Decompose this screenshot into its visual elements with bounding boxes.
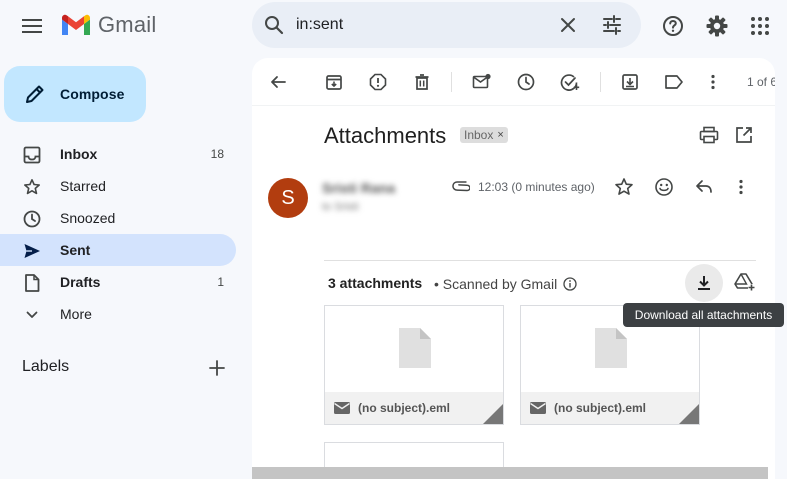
vertical-scrollbar[interactable] xyxy=(775,58,787,479)
sidebar-item-label: Snoozed xyxy=(60,210,116,226)
close-icon[interactable] xyxy=(556,13,580,37)
labels-heading: Labels xyxy=(22,358,70,375)
recipient-line[interactable]: to Sristi xyxy=(322,201,359,213)
sidebar-item-drafts[interactable]: Drafts 1 xyxy=(0,266,236,298)
remove-label-icon[interactable]: × xyxy=(497,129,503,141)
attachment-name: (no subject).eml xyxy=(358,401,451,415)
plus-icon[interactable] xyxy=(207,358,227,378)
info-icon[interactable] xyxy=(563,277,577,291)
trash-icon[interactable] xyxy=(412,72,432,92)
gmail-logo-text: Gmail xyxy=(98,12,157,37)
message-subject: Attachments xyxy=(324,123,447,148)
sidebar-item-count: 18 xyxy=(210,147,224,161)
sidebar-item-sent[interactable]: Sent xyxy=(0,234,236,266)
sidebar-nav: Inbox 18 Starred Snoozed Sent Drafts 1 M… xyxy=(0,138,240,330)
sidebar-item-label: More xyxy=(60,306,92,322)
move-to-icon[interactable] xyxy=(620,72,640,92)
paperclip-icon xyxy=(452,178,470,196)
sidebar-item-label: Sent xyxy=(60,242,91,258)
search-icon[interactable] xyxy=(262,13,286,37)
horizontal-scrollbar[interactable] xyxy=(252,467,768,479)
sidebar-item-label: Inbox xyxy=(60,146,98,162)
file-icon xyxy=(595,328,627,368)
file-icon xyxy=(399,328,431,368)
chevron-down-icon xyxy=(22,305,42,325)
apps-grid-icon[interactable] xyxy=(746,12,774,40)
search-input[interactable] xyxy=(296,13,536,37)
label-chip-text: Inbox xyxy=(464,128,494,142)
send-icon xyxy=(22,241,42,261)
more-vert-icon[interactable] xyxy=(703,72,723,92)
scanned-note: • Scanned by Gmail xyxy=(434,276,577,292)
gmail-logo[interactable]: Gmail xyxy=(60,12,156,38)
pencil-icon xyxy=(24,83,46,105)
message-toolbar: 1 of 6 xyxy=(252,58,775,106)
pagination-text: 1 of 6 xyxy=(746,75,775,89)
page-fold-corner xyxy=(679,402,699,424)
star-icon[interactable] xyxy=(614,177,634,197)
back-arrow-icon[interactable] xyxy=(268,72,288,92)
print-icon[interactable] xyxy=(699,126,719,144)
sender-name[interactable]: Sristi Rana xyxy=(322,180,395,196)
search-options-icon[interactable] xyxy=(600,13,624,37)
attachment-footer: (no subject).eml xyxy=(521,392,699,424)
sidebar-item-snoozed[interactable]: Snoozed xyxy=(0,202,236,234)
label-icon[interactable] xyxy=(664,72,684,92)
download-icon xyxy=(695,274,713,292)
sidebar-item-label: Starred xyxy=(60,178,106,194)
star-icon xyxy=(22,177,42,197)
sidebar-item-count: 1 xyxy=(217,275,224,289)
message-time: 12:03 (0 minutes ago) xyxy=(478,180,595,194)
add-to-drive-icon[interactable] xyxy=(734,272,756,292)
message-view: 1 of 6 Attachments Inbox × S Sristi Rana… xyxy=(252,58,775,479)
toolbar-divider xyxy=(600,72,601,92)
help-icon[interactable] xyxy=(659,12,687,40)
clock-icon xyxy=(22,209,42,229)
reply-icon[interactable] xyxy=(694,177,714,197)
snooze-icon[interactable] xyxy=(516,72,536,92)
more-vert-icon[interactable] xyxy=(738,177,744,197)
gear-icon[interactable] xyxy=(703,12,731,40)
emoji-react-icon[interactable] xyxy=(654,177,674,197)
open-new-window-icon[interactable] xyxy=(735,126,753,144)
archive-icon[interactable] xyxy=(324,72,344,92)
top-bar: Gmail xyxy=(0,0,787,52)
add-task-icon[interactable] xyxy=(560,72,580,92)
draft-icon xyxy=(22,273,42,293)
sidebar-item-starred[interactable]: Starred xyxy=(0,170,236,202)
main-menu-icon[interactable] xyxy=(18,12,46,40)
report-spam-icon[interactable] xyxy=(368,72,388,92)
mail-icon xyxy=(333,400,351,416)
attachments-divider xyxy=(324,260,756,261)
attachment-card[interactable]: (no subject).eml xyxy=(324,305,504,425)
sidebar-item-label: Drafts xyxy=(60,274,101,290)
mail-icon xyxy=(529,400,547,416)
inbox-label-chip[interactable]: Inbox × xyxy=(460,127,508,143)
attachment-footer: (no subject).eml xyxy=(325,392,503,424)
sidebar-item-inbox[interactable]: Inbox 18 xyxy=(0,138,236,170)
compose-label: Compose xyxy=(60,86,125,102)
gmail-m-icon xyxy=(60,13,92,37)
download-all-button[interactable] xyxy=(685,264,723,302)
attachment-name: (no subject).eml xyxy=(554,401,647,415)
toolbar-divider xyxy=(451,72,452,92)
mark-unread-icon[interactable] xyxy=(472,72,492,92)
inbox-icon xyxy=(22,145,42,165)
sender-avatar[interactable]: S xyxy=(268,178,308,218)
attachments-count: 3 attachments xyxy=(328,275,423,291)
page-fold-corner xyxy=(483,402,503,424)
compose-button[interactable]: Compose xyxy=(4,66,146,122)
sidebar-item-more[interactable]: More xyxy=(0,298,236,330)
search-bar xyxy=(252,2,641,48)
scanned-label: • Scanned by Gmail xyxy=(434,276,558,292)
download-all-tooltip: Download all attachments xyxy=(623,303,784,327)
